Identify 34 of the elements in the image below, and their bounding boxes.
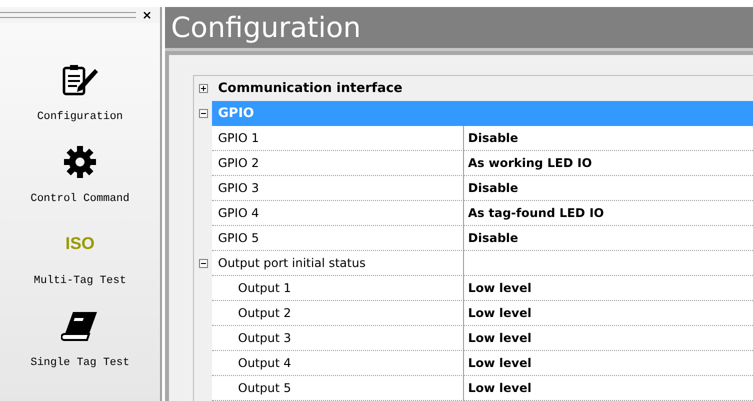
property-value[interactable]: Low level [464,326,753,351]
group-name[interactable]: Output port initial status [212,251,464,276]
page-title: Configuration [165,7,753,51]
property-name[interactable]: Output 4 [212,351,464,376]
book-icon [61,309,99,343]
property-value[interactable]: Low level [464,351,753,376]
nav-item[interactable]: Control Command [30,145,130,205]
collapse-icon[interactable] [198,259,208,268]
property-name[interactable]: GPIO 3 [212,176,464,201]
nav-item[interactable]: Single Tag Test [30,309,130,369]
property-name[interactable]: GPIO 5 [212,226,464,251]
property-name[interactable]: Output 3 [212,326,464,351]
property-value[interactable]: Low level [464,276,753,301]
gear-icon [63,145,97,179]
property-name[interactable]: GPIO 2 [212,151,464,176]
property-value[interactable]: As tag-found LED IO [464,201,753,226]
property-name[interactable]: Output 1 [212,276,464,301]
property-value[interactable]: Disable [464,176,753,201]
expand-icon[interactable] [198,84,208,93]
property-name[interactable]: Output 2 [212,301,464,326]
property-value[interactable]: As working LED IO [464,151,753,176]
property-name[interactable]: Output 5 [212,376,464,401]
nav-item[interactable]: Configuration [37,63,123,123]
iso-logo: ISO [65,233,95,255]
close-button[interactable]: × [140,8,154,22]
property-value[interactable]: Disable [464,226,753,251]
property-name[interactable]: GPIO 4 [212,201,464,226]
property-name[interactable]: GPIO 1 [212,126,464,151]
property-value[interactable]: Low level [464,301,753,326]
clipboard-pencil-icon [60,63,99,97]
property-value[interactable]: Disable [464,126,753,151]
collapse-icon[interactable] [198,109,208,118]
property-value[interactable]: Low level [464,376,753,401]
nav-item[interactable]: ISO Multi-Tag Test [34,227,126,287]
